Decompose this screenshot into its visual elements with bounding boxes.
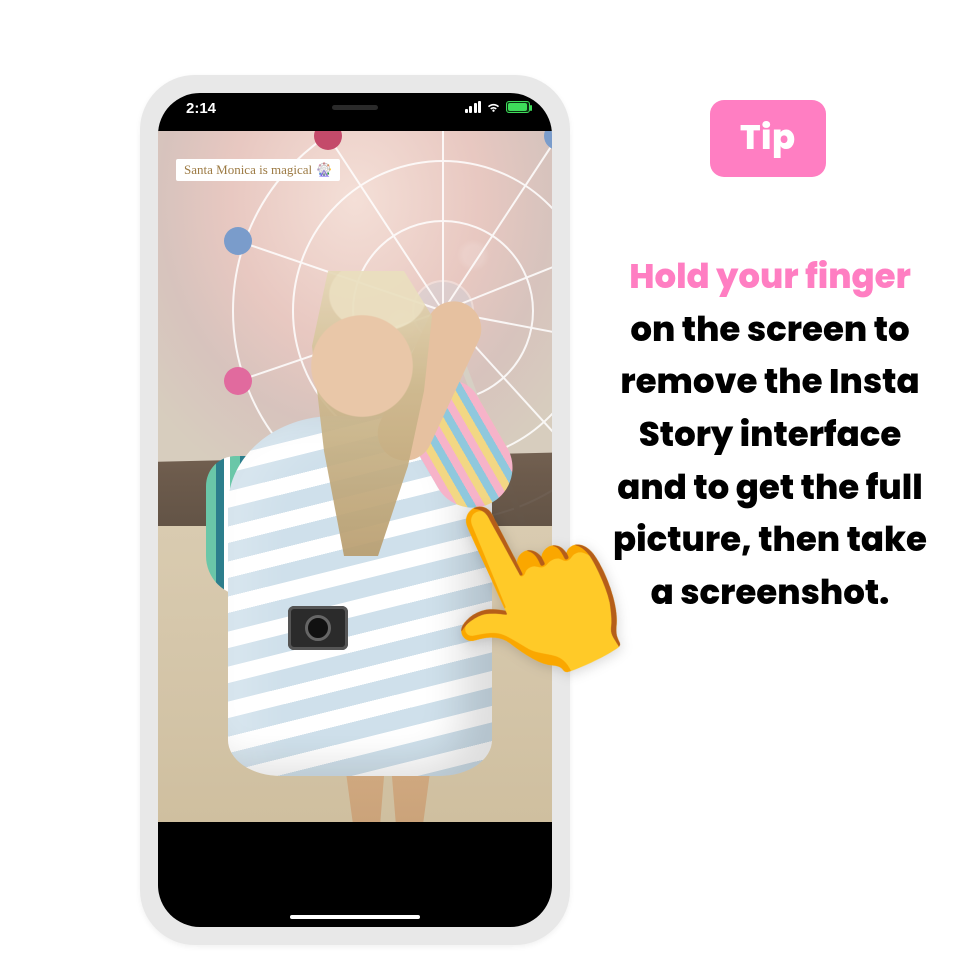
story-caption: Santa Monica is magical 🎡 — [176, 159, 340, 181]
tip-rest: on the screen to remove the Insta Story … — [613, 305, 927, 616]
status-time: 2:14 — [186, 100, 216, 117]
phone-notch — [255, 93, 455, 121]
battery-charging-icon — [506, 101, 530, 113]
tip-text: Hold your finger on the screen to remove… — [610, 250, 930, 619]
ferris-wheel-emoji-icon: 🎡 — [316, 162, 332, 178]
wifi-icon — [486, 101, 501, 113]
phone-speaker — [332, 105, 378, 110]
cellular-signal-icon — [465, 101, 482, 113]
story-caption-text: Santa Monica is magical — [184, 162, 312, 178]
tip-badge: Tip — [710, 100, 826, 177]
tip-accent: Hold your finger — [629, 252, 911, 300]
home-indicator — [290, 915, 420, 919]
